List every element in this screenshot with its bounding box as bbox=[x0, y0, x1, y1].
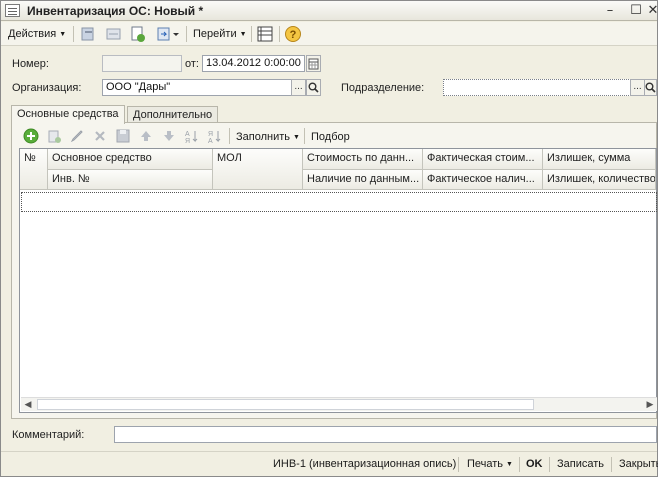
copy-document-icon[interactable] bbox=[129, 25, 147, 43]
save-button[interactable]: Записать bbox=[557, 458, 604, 470]
window-title: Инвентаризация ОС: Новый * bbox=[27, 4, 204, 18]
number-label: Номер: bbox=[12, 58, 49, 70]
organization-open-button[interactable] bbox=[306, 79, 321, 96]
help-icon[interactable]: ? bbox=[284, 25, 302, 43]
scrollbar-thumb[interactable] bbox=[37, 399, 534, 410]
close-window-button[interactable]: ✕ bbox=[647, 3, 658, 19]
svg-text:?: ? bbox=[290, 29, 297, 41]
unpost-document-icon[interactable] bbox=[105, 25, 123, 43]
department-field[interactable] bbox=[443, 79, 631, 96]
move-down-icon[interactable] bbox=[161, 128, 177, 144]
comment-label: Комментарий: bbox=[12, 429, 85, 441]
document-window: Инвентаризация ОС: Новый * – ☐ ✕ Действи… bbox=[0, 0, 658, 477]
scroll-right-icon[interactable]: ▶ bbox=[643, 398, 657, 411]
svg-text:Я: Я bbox=[185, 138, 190, 144]
end-edit-icon[interactable] bbox=[115, 128, 131, 144]
add-row-icon[interactable] bbox=[23, 128, 39, 144]
column-header-mol[interactable]: МОЛ bbox=[213, 149, 303, 190]
maximize-button[interactable]: ☐ bbox=[627, 3, 645, 19]
print-menu[interactable]: Печать ▼ bbox=[467, 458, 513, 470]
column-header-surplus-sum[interactable]: Излишек, сумма bbox=[543, 149, 656, 170]
post-document-icon[interactable] bbox=[79, 25, 97, 43]
date-field[interactable]: 13.04.2012 0:00:00 bbox=[202, 55, 305, 72]
column-header-book-quantity[interactable]: Наличие по данным... bbox=[303, 170, 423, 190]
list-view-icon[interactable] bbox=[256, 25, 274, 43]
copy-row-icon[interactable] bbox=[46, 128, 62, 144]
title-bar: Инвентаризация ОС: Новый * – ☐ ✕ bbox=[1, 1, 658, 21]
bottom-action-bar: ИНВ-1 (инвентаризационная опись) Печать ▼… bbox=[1, 451, 658, 476]
scroll-left-icon[interactable]: ◀ bbox=[21, 398, 35, 411]
sort-ascending-icon[interactable]: AЯ bbox=[184, 128, 200, 145]
comment-field[interactable] bbox=[114, 426, 657, 443]
column-header-inventory-number[interactable]: Инв. № bbox=[48, 170, 213, 190]
delete-row-icon[interactable] bbox=[92, 128, 108, 144]
selection-button[interactable]: Подбор bbox=[311, 129, 350, 145]
date-label: от: bbox=[185, 58, 199, 70]
column-header-number[interactable]: № bbox=[20, 149, 48, 190]
department-open-button[interactable] bbox=[644, 79, 657, 96]
fixed-assets-table[interactable]: № Основное средство Инв. № МОЛ Стоимость… bbox=[19, 148, 657, 413]
calendar-icon[interactable] bbox=[306, 55, 321, 72]
column-header-book-value[interactable]: Стоимость по данн... bbox=[303, 149, 423, 170]
svg-text:A: A bbox=[185, 131, 190, 138]
column-header-actual-quantity[interactable]: Фактическое налич... bbox=[423, 170, 543, 190]
organization-label: Организация: bbox=[12, 82, 82, 94]
organization-field[interactable]: ООО "Дары" bbox=[102, 79, 292, 96]
goto-menu[interactable]: Перейти ▼ bbox=[193, 26, 247, 42]
actions-menu[interactable]: Действия ▼ bbox=[8, 26, 66, 42]
horizontal-scrollbar[interactable]: ◀ ▶ bbox=[21, 397, 657, 411]
close-button[interactable]: Закрыть bbox=[619, 458, 658, 470]
sort-descending-icon[interactable]: ЯA bbox=[207, 128, 223, 145]
edit-row-icon[interactable] bbox=[69, 128, 85, 144]
document-icon bbox=[5, 4, 20, 17]
department-label: Подразделение: bbox=[341, 82, 425, 94]
department-select-button[interactable]: ... bbox=[630, 79, 645, 96]
number-field[interactable] bbox=[102, 55, 182, 72]
minimize-button[interactable]: – bbox=[601, 3, 619, 19]
main-toolbar: Действия ▼ Перейти ▼ ? bbox=[1, 22, 657, 46]
svg-text:Я: Я bbox=[208, 131, 213, 138]
ok-button[interactable]: OK bbox=[526, 458, 543, 470]
column-header-surplus-quantity[interactable]: Излишек, количество bbox=[543, 170, 656, 190]
structure-icon[interactable] bbox=[156, 25, 179, 43]
fill-menu[interactable]: Заполнить ▼ bbox=[236, 129, 300, 145]
move-up-icon[interactable] bbox=[138, 128, 154, 144]
organization-select-button[interactable]: ... bbox=[291, 79, 306, 96]
tab-fixed-assets[interactable]: Основные средства bbox=[11, 105, 125, 124]
svg-text:A: A bbox=[208, 138, 213, 144]
inv1-print-form-link[interactable]: ИНВ-1 (инвентаризационная опись) bbox=[273, 458, 456, 470]
column-header-actual-value[interactable]: Фактическая стоим... bbox=[423, 149, 543, 170]
column-header-asset[interactable]: Основное средство bbox=[48, 149, 213, 170]
table-row-selected[interactable] bbox=[21, 192, 657, 212]
